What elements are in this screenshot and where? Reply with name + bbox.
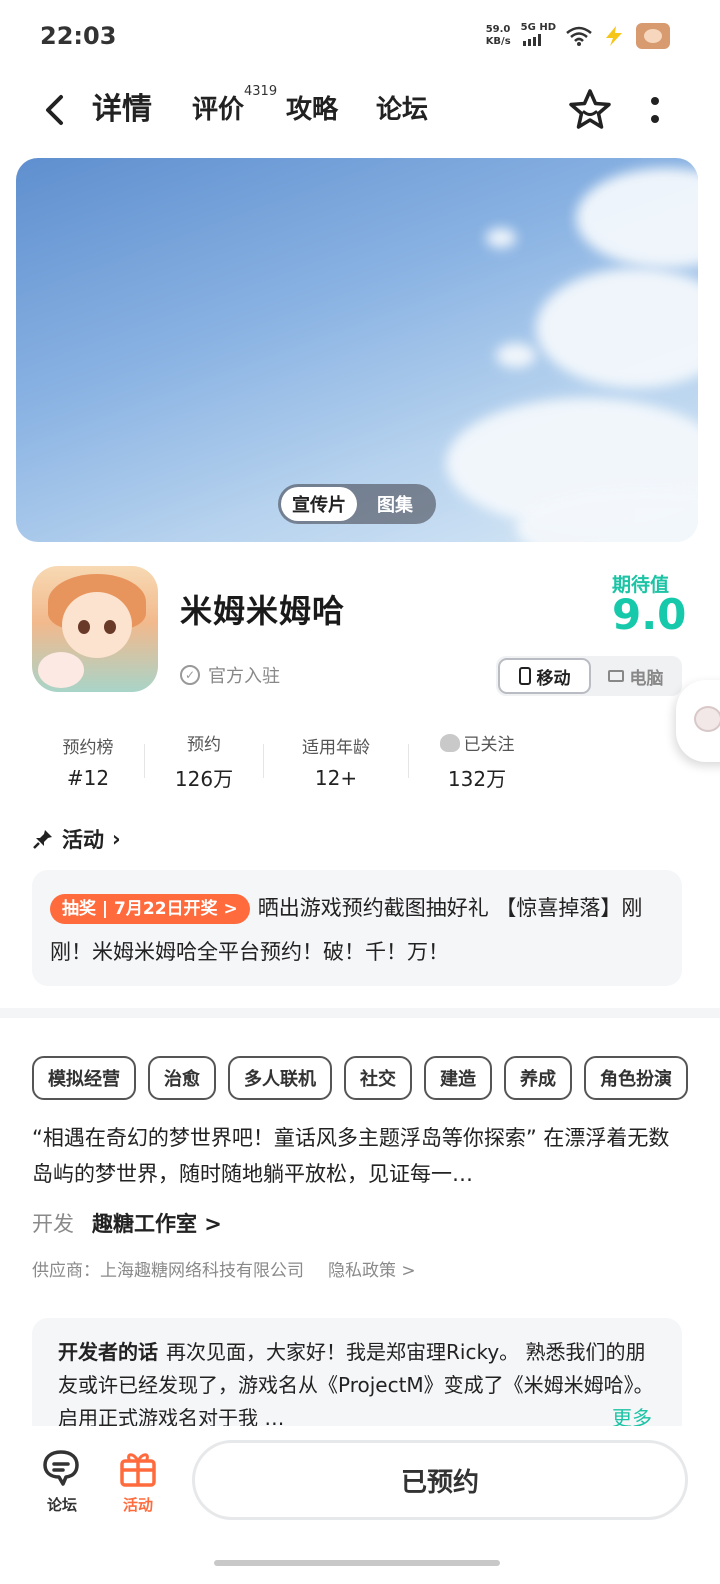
media-option-video[interactable]: 宣传片	[281, 487, 357, 521]
monitor-icon	[607, 670, 624, 682]
star-icon	[569, 89, 611, 129]
tag-chip[interactable]: 建造	[424, 1056, 492, 1100]
tab-reviews[interactable]: 评价	[192, 92, 244, 132]
pin-icon	[33, 830, 52, 849]
tab-guides[interactable]: 攻略	[286, 92, 338, 132]
mascot-icon	[694, 706, 720, 732]
charging-icon	[606, 26, 622, 46]
activity-card[interactable]: 抽奖 | 7月22日开奖 > 晒出游戏预约截图抽好礼 【惊喜掉落】刚刚！米姆米姆哈…	[32, 870, 682, 986]
stat-reservations: 预约 126万	[174, 735, 234, 791]
chevron-right-icon: ›	[112, 827, 121, 851]
tab-details[interactable]: 详情	[86, 92, 158, 132]
tag-chip[interactable]: 模拟经营	[32, 1056, 136, 1100]
supplier-row: 供应商：上海趣糖网络科技有限公司 隐私政策 >	[32, 1256, 416, 1281]
check-circle-icon: ✓	[180, 665, 200, 685]
reserved-button[interactable]: 已预约	[192, 1440, 688, 1520]
more-link[interactable]: 更多	[604, 1402, 652, 1426]
lottery-tag: 抽奖 | 7月22日开奖 >	[50, 894, 250, 924]
cloud-shape	[496, 343, 536, 368]
bottom-action-bar: 论坛 活动 已预约	[0, 1426, 720, 1584]
activity-button[interactable]: 活动	[114, 1448, 162, 1515]
chat-bubble-icon	[43, 1450, 79, 1486]
activity-section-link[interactable]: 活动 ›	[32, 824, 121, 854]
cloud-shape	[536, 268, 698, 388]
stats-row: 预约榜 #12 预约 126万 适用年龄 12+ 已关注 132万	[32, 726, 552, 796]
media-option-gallery[interactable]: 图集	[357, 487, 433, 521]
section-divider	[0, 1008, 720, 1018]
stat-followers[interactable]: 已关注 132万	[409, 726, 545, 796]
review-count-badge: 4319	[244, 84, 278, 99]
net-speed: 59.0 KB/s	[485, 24, 511, 47]
more-options-button[interactable]	[640, 90, 670, 130]
wifi-icon	[566, 26, 592, 46]
genre-tags: 模拟经营 治愈 多人联机 社交 建造 养成 角色扮演	[32, 1056, 720, 1100]
promo-video[interactable]: 宣传片 图集	[16, 158, 698, 542]
cloud-shape	[576, 168, 698, 268]
status-avatar-icon	[636, 23, 670, 49]
developer-words-title: 开发者的话	[58, 1340, 158, 1364]
media-toggle: 宣传片 图集	[278, 484, 436, 524]
developer-label: 开发	[32, 1212, 74, 1236]
status-bar: 22:03 59.0 KB/s 5G HD	[0, 0, 720, 70]
floating-assistant-button[interactable]	[676, 680, 720, 762]
tab-forum[interactable]: 论坛	[376, 92, 428, 132]
stat-ranking[interactable]: 预约榜 #12	[32, 726, 144, 796]
tag-chip[interactable]: 养成	[504, 1056, 572, 1100]
platform-switch: 移动 电脑	[496, 656, 682, 696]
signal-icon	[522, 34, 541, 46]
network-type: 5G HD	[521, 22, 556, 50]
status-time: 22:03	[40, 22, 117, 50]
developer-row[interactable]: 开发 趣糖工作室 >	[32, 1208, 222, 1238]
chevron-left-icon	[46, 95, 63, 125]
tag-chip[interactable]: 多人联机	[228, 1056, 332, 1100]
cloud-shape	[486, 228, 516, 248]
platform-pc-button[interactable]: 电脑	[591, 658, 680, 694]
home-indicator[interactable]	[214, 1560, 500, 1566]
more-dot-icon	[651, 115, 659, 123]
phone-icon	[518, 667, 531, 685]
game-description[interactable]: “相遇在奇幻的梦世界吧！童话风多主题浮岛等你探索” 在漂浮着无数岛屿的梦世界，随…	[32, 1120, 682, 1192]
top-navigation: 详情 评价 4319 攻略 论坛	[0, 78, 720, 144]
developer-name: 趣糖工作室 >	[92, 1212, 222, 1236]
privacy-policy-link[interactable]: 隐私政策 >	[328, 1256, 416, 1281]
gift-icon	[120, 1453, 156, 1487]
official-badge: ✓ 官方入驻	[180, 662, 280, 688]
tag-chip[interactable]: 社交	[344, 1056, 412, 1100]
platform-mobile-button[interactable]: 移动	[498, 658, 591, 694]
heart-icon	[439, 733, 460, 752]
game-title: 米姆米姆哈	[180, 592, 346, 630]
status-icons: 59.0 KB/s 5G HD	[486, 22, 670, 50]
supplier-text: 供应商：上海趣糖网络科技有限公司	[32, 1261, 304, 1281]
developer-words-card[interactable]: 开发者的话 再次见面，大家好！我是郑宙理Ricky。 熟悉我们的朋友或许已经发现了…	[32, 1318, 682, 1426]
more-dot-icon	[651, 97, 659, 105]
game-icon	[32, 566, 158, 692]
back-button[interactable]	[36, 92, 72, 128]
favorite-button[interactable]	[566, 86, 614, 134]
stat-age-rating: 适用年龄 12+	[302, 737, 370, 790]
tag-chip[interactable]: 角色扮演	[584, 1056, 688, 1100]
forum-button[interactable]: 论坛	[38, 1448, 86, 1515]
expectation-score: 9.0	[612, 590, 687, 639]
tag-chip[interactable]: 治愈	[148, 1056, 216, 1100]
